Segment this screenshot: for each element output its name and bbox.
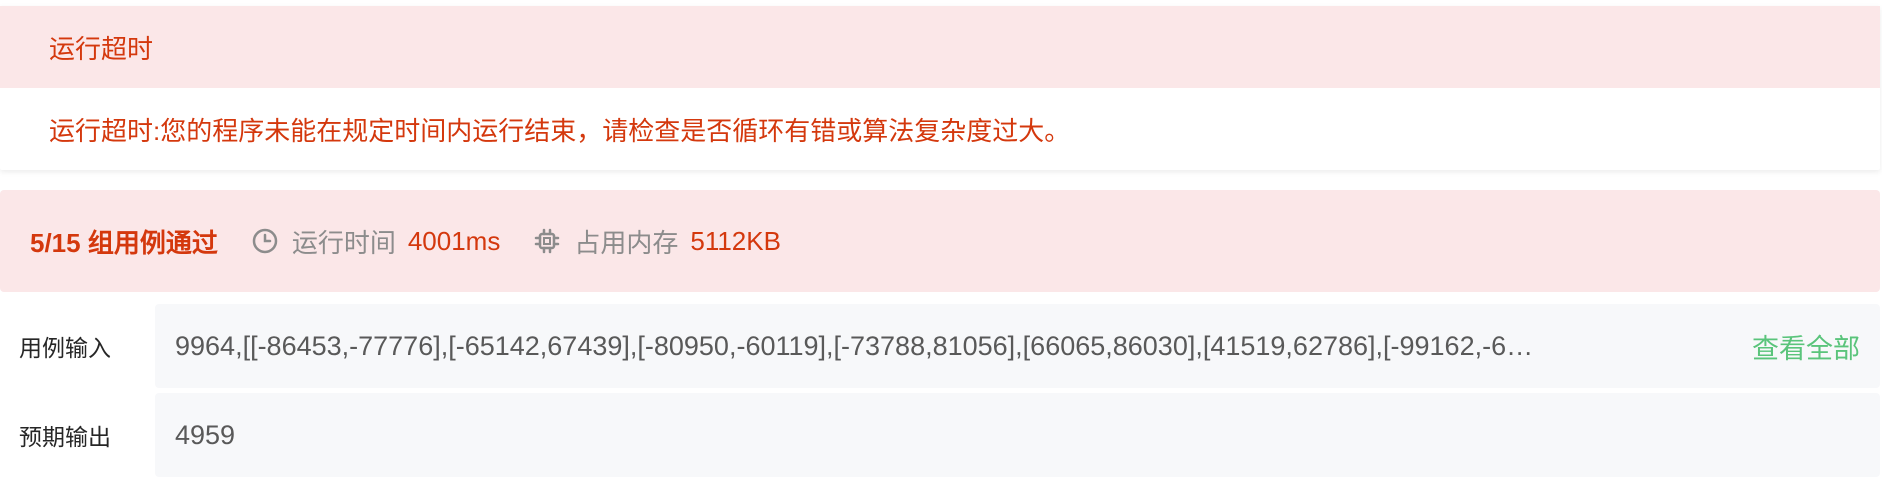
view-all-link[interactable]: 查看全部: [1752, 327, 1860, 366]
output-row: 预期输出 4959: [0, 393, 1880, 477]
error-message: 运行超时:您的程序未能在规定时间内运行结束，请检查是否循环有错或算法复杂度过大。: [49, 115, 1071, 146]
input-value: 9964,[[-86453,-77776],[-65142,67439],[-8…: [175, 330, 1534, 361]
result-summary: 5/15 组用例通过 运行时间 4001ms 占用内存 5112KB: [0, 190, 1880, 292]
memory-value: 5112KB: [690, 225, 781, 256]
memory-metric: 占用内存 5112KB: [532, 223, 781, 260]
input-label: 用例输入: [19, 335, 111, 361]
error-title: 运行超时: [0, 6, 1880, 88]
runtime-label: 运行时间: [291, 227, 396, 258]
chip-icon: [532, 226, 562, 256]
clock-icon: [250, 226, 280, 256]
runtime-value: 4001ms: [407, 225, 501, 256]
memory-label: 占用内存: [574, 227, 679, 258]
runtime-metric: 运行时间 4001ms: [250, 223, 501, 260]
input-box: 9964,[[-86453,-77776],[-65142,67439],[-8…: [155, 304, 1880, 388]
output-label: 预期输出: [19, 424, 111, 450]
pass-count: 5/15 组用例通过: [30, 227, 218, 258]
input-row: 用例输入 9964,[[-86453,-77776],[-65142,67439…: [0, 304, 1880, 388]
output-box: 4959: [155, 393, 1880, 477]
output-value: 4959: [175, 419, 236, 450]
error-card: 运行超时 运行超时:您的程序未能在规定时间内运行结束，请检查是否循环有错或算法复…: [0, 6, 1880, 170]
